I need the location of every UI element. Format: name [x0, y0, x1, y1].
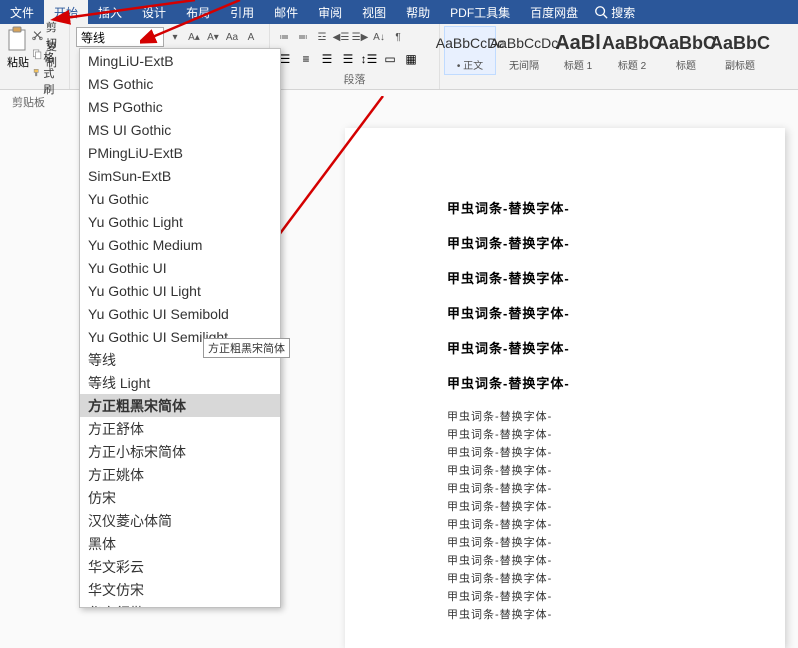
- font-option[interactable]: Yu Gothic: [80, 187, 280, 210]
- doc-paragraph[interactable]: 甲虫词条-替换字体-: [447, 534, 785, 550]
- sort-button[interactable]: A↓: [371, 27, 387, 47]
- numbering-button[interactable]: ≕: [295, 27, 311, 47]
- annotation-arrow-2: [140, 0, 260, 50]
- copy-icon: [32, 47, 43, 61]
- font-option[interactable]: PMingLiU-ExtB: [80, 141, 280, 164]
- font-option[interactable]: SimSun-ExtB: [80, 164, 280, 187]
- font-option[interactable]: MS Gothic: [80, 72, 280, 95]
- paragraph-group: ≔ ≕ ☲ ◀☰ ☰▶ A↓ ¶ ☰ ≡ ☰ ☰ ↕☰ ▭ ▦ 段落: [270, 24, 440, 89]
- search-icon: [594, 5, 608, 19]
- show-marks-button[interactable]: ¶: [390, 27, 406, 47]
- brush-icon: [32, 66, 40, 80]
- tab-邮件[interactable]: 邮件: [264, 0, 308, 24]
- style-副标题[interactable]: AaBbC副标题: [714, 26, 766, 75]
- font-option[interactable]: 黑体: [80, 532, 280, 555]
- style-name: 标题 1: [564, 57, 592, 72]
- doc-paragraph[interactable]: 甲虫词条-替换字体-: [447, 516, 785, 532]
- doc-paragraph[interactable]: 甲虫词条-替换字体-: [447, 338, 785, 357]
- paste-icon: [6, 26, 30, 54]
- doc-paragraph[interactable]: 甲虫词条-替换字体-: [447, 570, 785, 586]
- multilevel-button[interactable]: ☲: [314, 27, 330, 47]
- tab-帮助[interactable]: 帮助: [396, 0, 440, 24]
- doc-paragraph[interactable]: 甲虫词条-替换字体-: [447, 268, 785, 287]
- clipboard-group-label: 剪贴板: [12, 94, 45, 110]
- font-option[interactable]: 仿宋: [80, 486, 280, 509]
- font-option[interactable]: Yu Gothic UI Light: [80, 279, 280, 302]
- line-spacing-button[interactable]: ↕☰: [360, 50, 378, 68]
- tab-百度网盘[interactable]: 百度网盘: [520, 0, 588, 24]
- tab-视图[interactable]: 视图: [352, 0, 396, 24]
- page: 甲虫词条-替换字体- 甲虫词条-替换字体- 甲虫词条-替换字体- 甲虫词条-替换字体-…: [345, 128, 785, 648]
- font-option[interactable]: Yu Gothic UI: [80, 256, 280, 279]
- style-标题 2[interactable]: AaBbC标题 2: [606, 26, 658, 75]
- style-标题[interactable]: AaBbC标题: [660, 26, 712, 75]
- bullets-button[interactable]: ≔: [276, 27, 292, 47]
- font-option[interactable]: 方正小标宋简体: [80, 440, 280, 463]
- font-option[interactable]: Yu Gothic Light: [80, 210, 280, 233]
- styles-gallery: AaBbCcDc• 正文AaBbCcDc无间隔AaBl标题 1AaBbC标题 2…: [440, 24, 770, 89]
- font-option[interactable]: Yu Gothic Medium: [80, 233, 280, 256]
- doc-paragraph[interactable]: 甲虫词条-替换字体-: [447, 498, 785, 514]
- borders-button[interactable]: ▦: [402, 50, 420, 68]
- doc-paragraph[interactable]: 甲虫词条-替换字体-: [447, 552, 785, 568]
- paste-button[interactable]: 粘贴: [6, 26, 30, 81]
- paste-label: 粘贴: [7, 54, 29, 70]
- style-preview: AaBbCcDc: [490, 29, 558, 57]
- font-option[interactable]: MS UI Gothic: [80, 118, 280, 141]
- document-area: 甲虫词条-替换字体- 甲虫词条-替换字体- 甲虫词条-替换字体- 甲虫词条-替换字体-…: [329, 112, 798, 624]
- tab-PDF工具集[interactable]: PDF工具集: [440, 0, 520, 24]
- font-tooltip: 方正粗黑宋简体: [203, 338, 290, 358]
- scissors-icon: [32, 28, 43, 42]
- font-option[interactable]: Yu Gothic UI Semibold: [80, 302, 280, 325]
- format-painter-button[interactable]: 格式刷: [32, 64, 63, 81]
- style-name: • 正文: [457, 57, 483, 72]
- style-标题 1[interactable]: AaBl标题 1: [552, 26, 604, 75]
- tab-审阅[interactable]: 审阅: [308, 0, 352, 24]
- doc-paragraph[interactable]: 甲虫词条-替换字体-: [447, 373, 785, 392]
- font-option[interactable]: 方正舒体: [80, 417, 280, 440]
- style-preview: AaBbC: [710, 29, 770, 57]
- doc-paragraph[interactable]: 甲虫词条-替换字体-: [447, 444, 785, 460]
- font-option[interactable]: 华文彩云: [80, 555, 280, 578]
- search-box[interactable]: 搜索: [594, 4, 635, 21]
- doc-paragraph[interactable]: 甲虫词条-替换字体-: [447, 462, 785, 478]
- doc-paragraph[interactable]: 甲虫词条-替换字体-: [447, 233, 785, 252]
- shading-button[interactable]: ▭: [381, 50, 399, 68]
- style-preview: AaBbC: [602, 29, 662, 57]
- doc-paragraph[interactable]: 甲虫词条-替换字体-: [447, 198, 785, 217]
- font-dropdown-list[interactable]: MingLiU-ExtBMS GothicMS PGothicMS UI Got…: [79, 48, 281, 608]
- doc-paragraph[interactable]: 甲虫词条-替换字体-: [447, 408, 785, 424]
- doc-paragraph[interactable]: 甲虫词条-替换字体-: [447, 606, 785, 622]
- doc-paragraph[interactable]: 甲虫词条-替换字体-: [447, 426, 785, 442]
- style-正文[interactable]: AaBbCcDc• 正文: [444, 26, 496, 75]
- style-preview: AaBl: [555, 29, 601, 57]
- align-center-button[interactable]: ≡: [297, 50, 315, 68]
- justify-button[interactable]: ☰: [339, 50, 357, 68]
- style-name: 标题: [676, 57, 696, 72]
- font-option[interactable]: 华文行楷: [80, 601, 280, 608]
- font-option[interactable]: 方正姚体: [80, 463, 280, 486]
- font-option[interactable]: 等线 Light: [80, 371, 280, 394]
- doc-paragraph[interactable]: 甲虫词条-替换字体-: [447, 480, 785, 496]
- font-option[interactable]: 华文仿宋: [80, 578, 280, 601]
- style-无间隔[interactable]: AaBbCcDc无间隔: [498, 26, 550, 75]
- style-name: 无间隔: [509, 57, 539, 72]
- align-right-button[interactable]: ☰: [318, 50, 336, 68]
- decrease-indent-button[interactable]: ◀☰: [333, 27, 349, 47]
- doc-paragraph[interactable]: 甲虫词条-替换字体-: [447, 588, 785, 604]
- doc-paragraph[interactable]: 甲虫词条-替换字体-: [447, 303, 785, 322]
- tab-文件[interactable]: 文件: [0, 0, 44, 24]
- style-name: 标题 2: [618, 57, 646, 72]
- style-preview: AaBbC: [656, 29, 716, 57]
- paragraph-group-label: 段落: [276, 71, 433, 87]
- font-option[interactable]: 方正粗黑宋简体: [80, 394, 280, 417]
- font-option[interactable]: 汉仪菱心体简: [80, 509, 280, 532]
- font-option[interactable]: MS PGothic: [80, 95, 280, 118]
- style-name: 副标题: [725, 57, 755, 72]
- increase-indent-button[interactable]: ☰▶: [352, 27, 368, 47]
- font-option[interactable]: MingLiU-ExtB: [80, 49, 280, 72]
